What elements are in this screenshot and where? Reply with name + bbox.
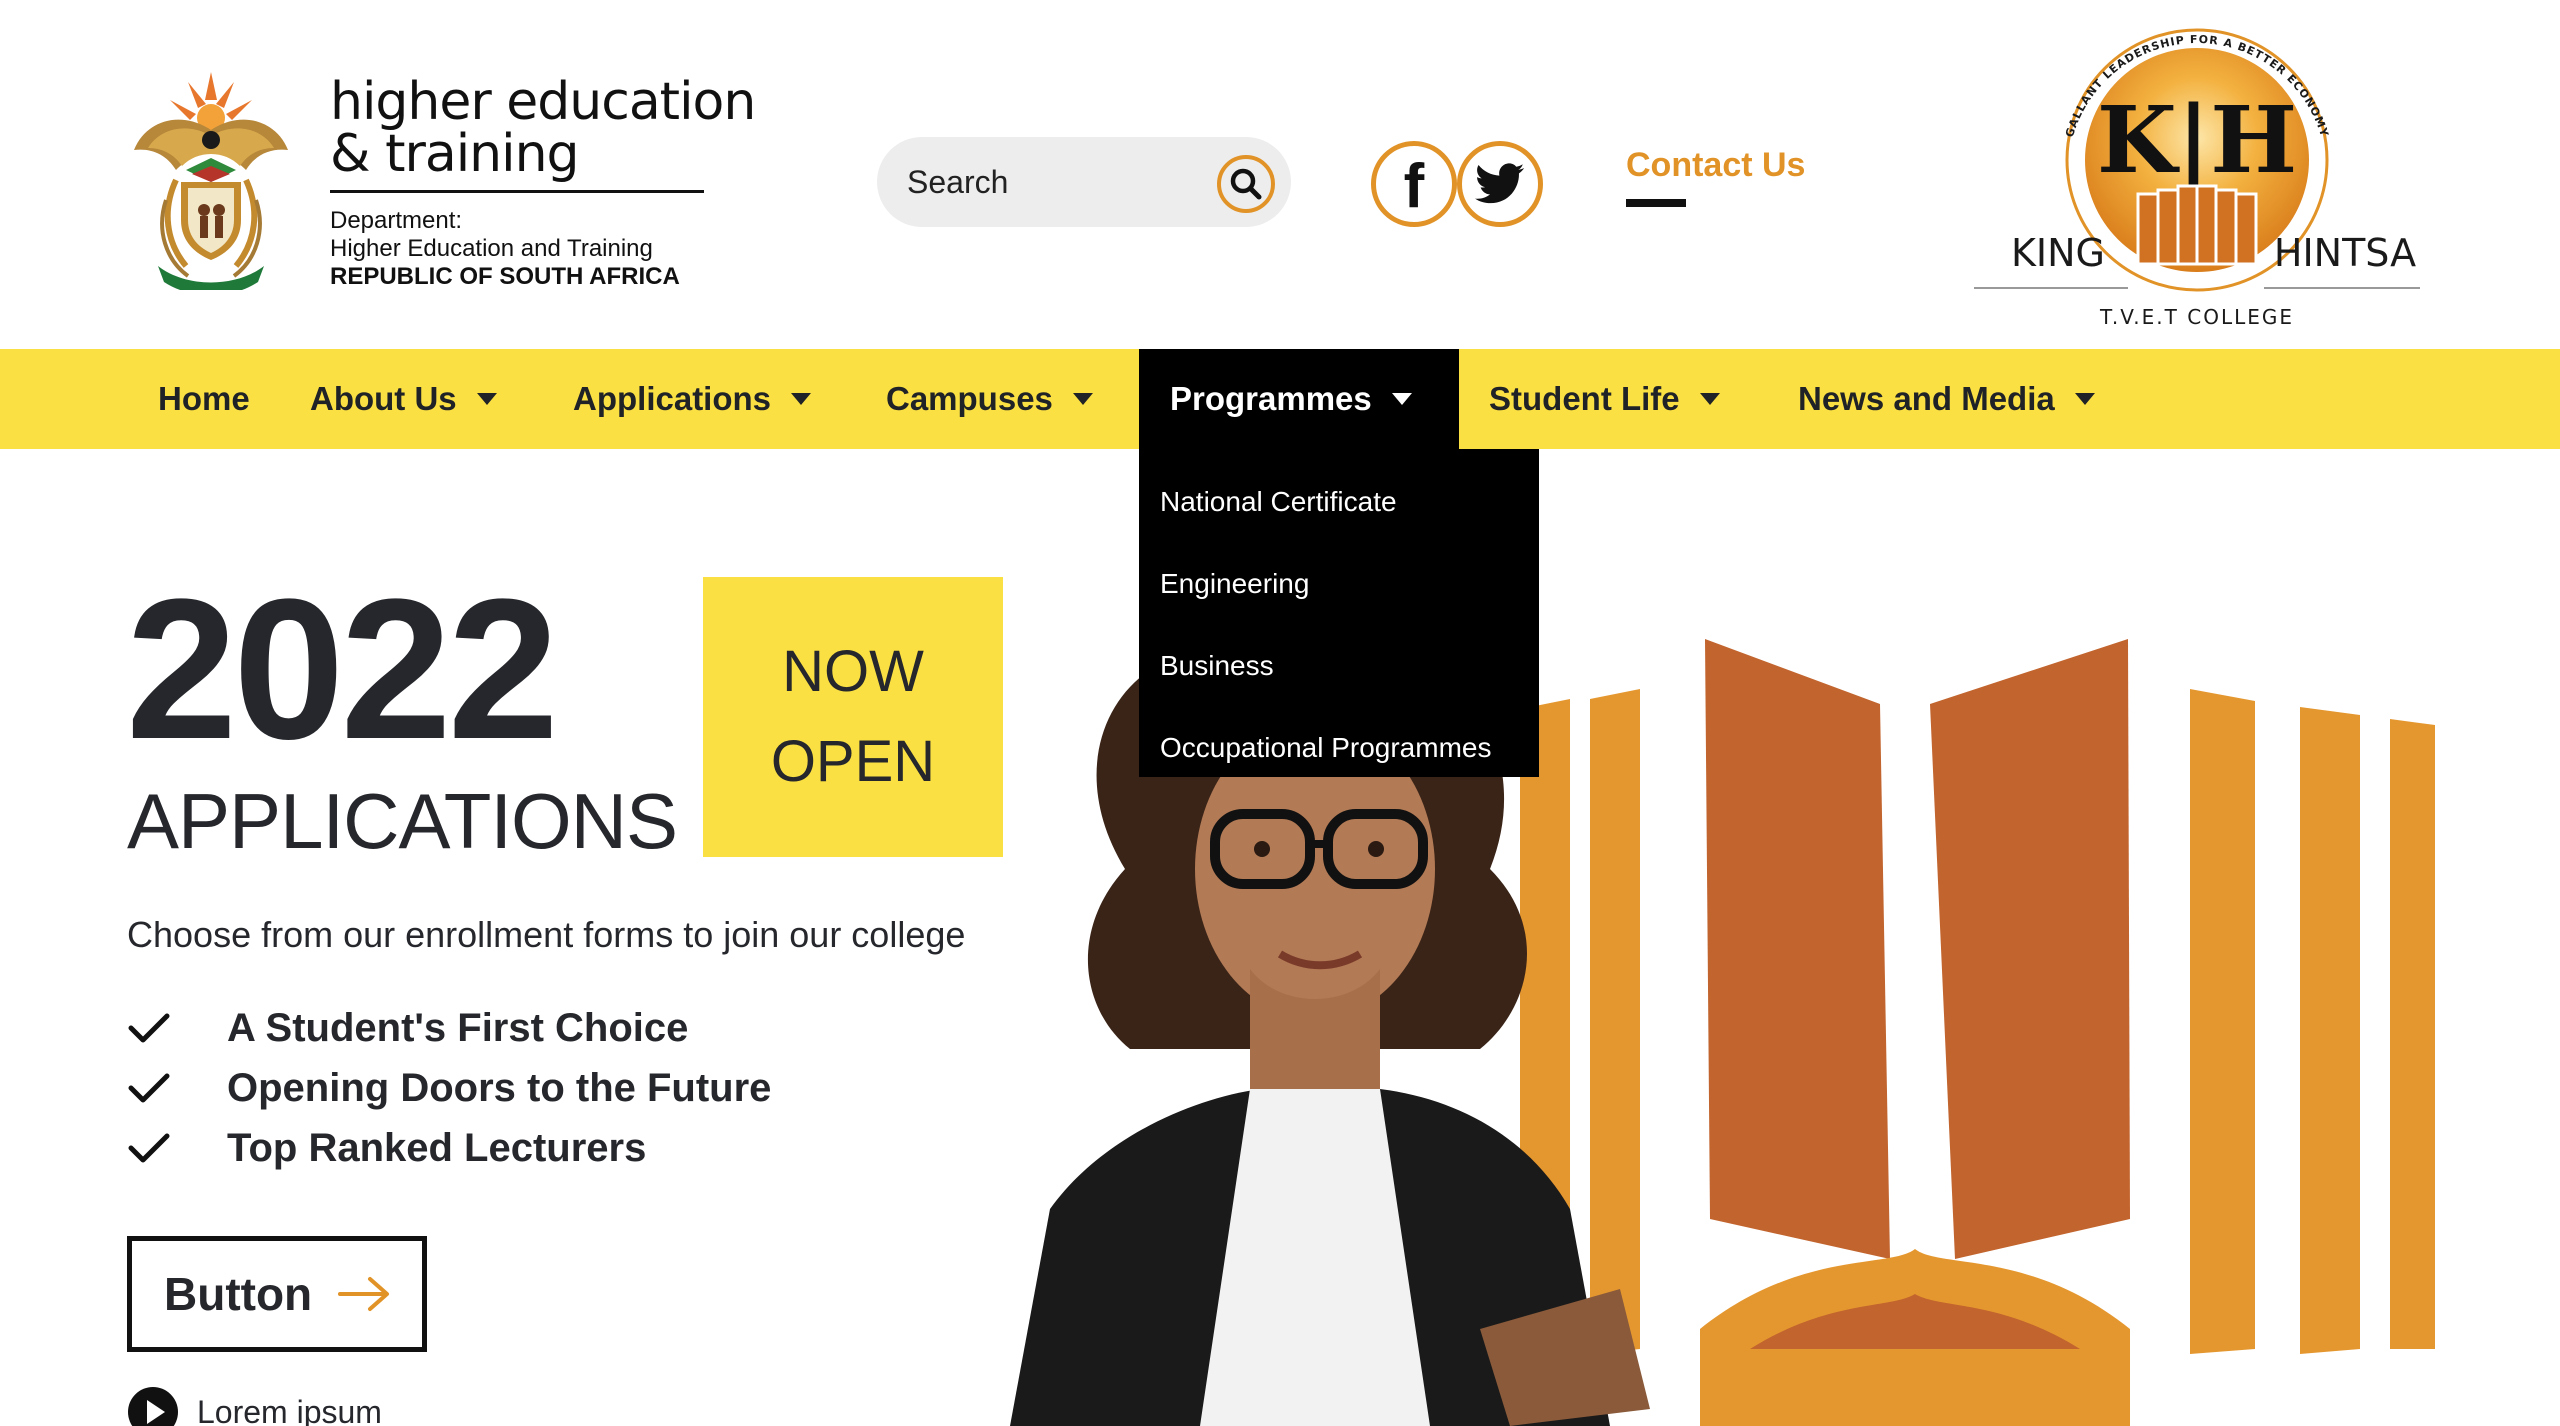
hero-headline: APPLICATIONS bbox=[127, 777, 678, 865]
nav-item-student-life[interactable]: Student Life bbox=[1489, 349, 1720, 449]
college-name-left: KING bbox=[2011, 231, 2105, 275]
open-book-graphic bbox=[1520, 639, 2435, 1426]
badge-line1: NOW bbox=[782, 639, 924, 704]
dhet-logo[interactable]: higher education & training Department: … bbox=[126, 70, 756, 300]
checklist-text: Opening Doors to the Future bbox=[227, 1065, 772, 1110]
facebook-link[interactable]: f bbox=[1371, 141, 1457, 227]
caret-down-icon bbox=[791, 393, 812, 405]
nav-label: Programmes bbox=[1170, 380, 1372, 417]
lorem-link[interactable]: Lorem ipsum bbox=[127, 1386, 382, 1426]
nav-label: Student Life bbox=[1489, 380, 1680, 417]
hero-subtitle: Choose from our enrollment forms to join… bbox=[127, 914, 966, 955]
nav-item-news-and-media[interactable]: News and Media bbox=[1798, 349, 2095, 449]
checklist-text: A Student's First Choice bbox=[227, 1005, 689, 1050]
dhet-divider bbox=[330, 190, 704, 193]
dropdown-item-label: Business bbox=[1160, 650, 1274, 681]
caret-down-icon bbox=[2074, 393, 2095, 405]
nav-label: Applications bbox=[573, 380, 772, 417]
arrow-right-icon bbox=[338, 1277, 390, 1311]
coat-of-arms-icon bbox=[134, 72, 288, 290]
check-icon bbox=[128, 1133, 170, 1163]
college-name-right: HINTSA bbox=[2274, 231, 2416, 275]
facebook-icon: f bbox=[1403, 152, 1425, 221]
search-input[interactable] bbox=[907, 157, 1187, 207]
lorem-link-label: Lorem ipsum bbox=[197, 1393, 382, 1426]
nav-item-home[interactable]: Home bbox=[158, 349, 250, 449]
programmes-dropdown: National Certificate Engineering Busines… bbox=[1139, 449, 1539, 777]
play-icon bbox=[128, 1387, 178, 1426]
cta-button-label: Button bbox=[164, 1268, 313, 1320]
nav-label: News and Media bbox=[1798, 380, 2055, 417]
twitter-link[interactable] bbox=[1457, 141, 1543, 227]
checklist-text: Top Ranked Lecturers bbox=[227, 1125, 647, 1170]
nav-label: Home bbox=[158, 380, 250, 417]
book-icon bbox=[2136, 184, 2258, 266]
caret-down-icon bbox=[1699, 393, 1720, 405]
nav-item-applications[interactable]: Applications bbox=[573, 349, 812, 449]
feature-checklist: A Student's First Choice Opening Doors t… bbox=[127, 998, 771, 1178]
dropdown-item-engineering[interactable]: Engineering bbox=[1139, 543, 1539, 625]
college-monogram: K|H bbox=[2097, 86, 2297, 194]
dropdown-item-label: National Certificate bbox=[1160, 486, 1397, 517]
list-item: Opening Doors to the Future bbox=[127, 1058, 771, 1118]
nav-label: About Us bbox=[310, 380, 457, 417]
nav-item-campuses[interactable]: Campuses bbox=[886, 349, 1093, 449]
badge-line2: OPEN bbox=[770, 729, 936, 794]
contact-us-link[interactable]: Contact Us bbox=[1626, 146, 1805, 185]
dropdown-item-occupational-programmes[interactable]: Occupational Programmes bbox=[1139, 707, 1539, 789]
nav-item-about-us[interactable]: About Us bbox=[310, 349, 497, 449]
caret-down-icon bbox=[1072, 393, 1093, 405]
contact-nav: Contact Us bbox=[1626, 146, 1805, 207]
dhet-wordmark: higher education & training Department: … bbox=[330, 72, 756, 291]
contact-underline bbox=[1626, 199, 1686, 207]
now-open-badge: NOW OPEN bbox=[703, 577, 1003, 857]
caret-down-icon bbox=[1391, 393, 1412, 405]
dropdown-item-business[interactable]: Business bbox=[1139, 625, 1539, 707]
college-tagline: T.V.E.T COLLEGE bbox=[2099, 305, 2294, 329]
dhet-sub-line3: REPUBLIC OF SOUTH AFRICA bbox=[330, 263, 680, 290]
cta-button[interactable]: Button bbox=[127, 1236, 427, 1352]
main-nav: Home About Us Applications Campuses Prog… bbox=[0, 349, 2560, 449]
dhet-sub-line1: Department: bbox=[330, 207, 463, 234]
nav-label: Campuses bbox=[886, 380, 1053, 417]
list-item: A Student's First Choice bbox=[127, 998, 771, 1058]
check-icon bbox=[128, 1013, 170, 1043]
check-icon bbox=[128, 1073, 170, 1103]
twitter-icon bbox=[1475, 163, 1525, 204]
dropdown-item-label: Engineering bbox=[1160, 568, 1310, 599]
hero-year: 2022 bbox=[126, 558, 559, 781]
nav-item-programmes[interactable]: Programmes bbox=[1139, 349, 1459, 449]
search-icon bbox=[1230, 168, 1262, 200]
dropdown-item-national-certificate[interactable]: National Certificate bbox=[1139, 461, 1539, 543]
dhet-title-line2: & training bbox=[330, 124, 580, 184]
dropdown-item-label: Occupational Programmes bbox=[1160, 732, 1492, 763]
caret-down-icon bbox=[476, 393, 497, 405]
search-bar bbox=[877, 137, 1291, 227]
dhet-title-line1: higher education bbox=[330, 72, 756, 132]
search-button[interactable] bbox=[1217, 155, 1275, 213]
list-item: Top Ranked Lecturers bbox=[127, 1118, 771, 1178]
king-hintsa-logo[interactable]: GALLANT LEADERSHIP FOR A BETTER ECONOMY … bbox=[1968, 22, 2428, 342]
dhet-sub-line2: Higher Education and Training bbox=[330, 235, 653, 262]
site-header: higher education & training Department: … bbox=[0, 0, 2560, 349]
